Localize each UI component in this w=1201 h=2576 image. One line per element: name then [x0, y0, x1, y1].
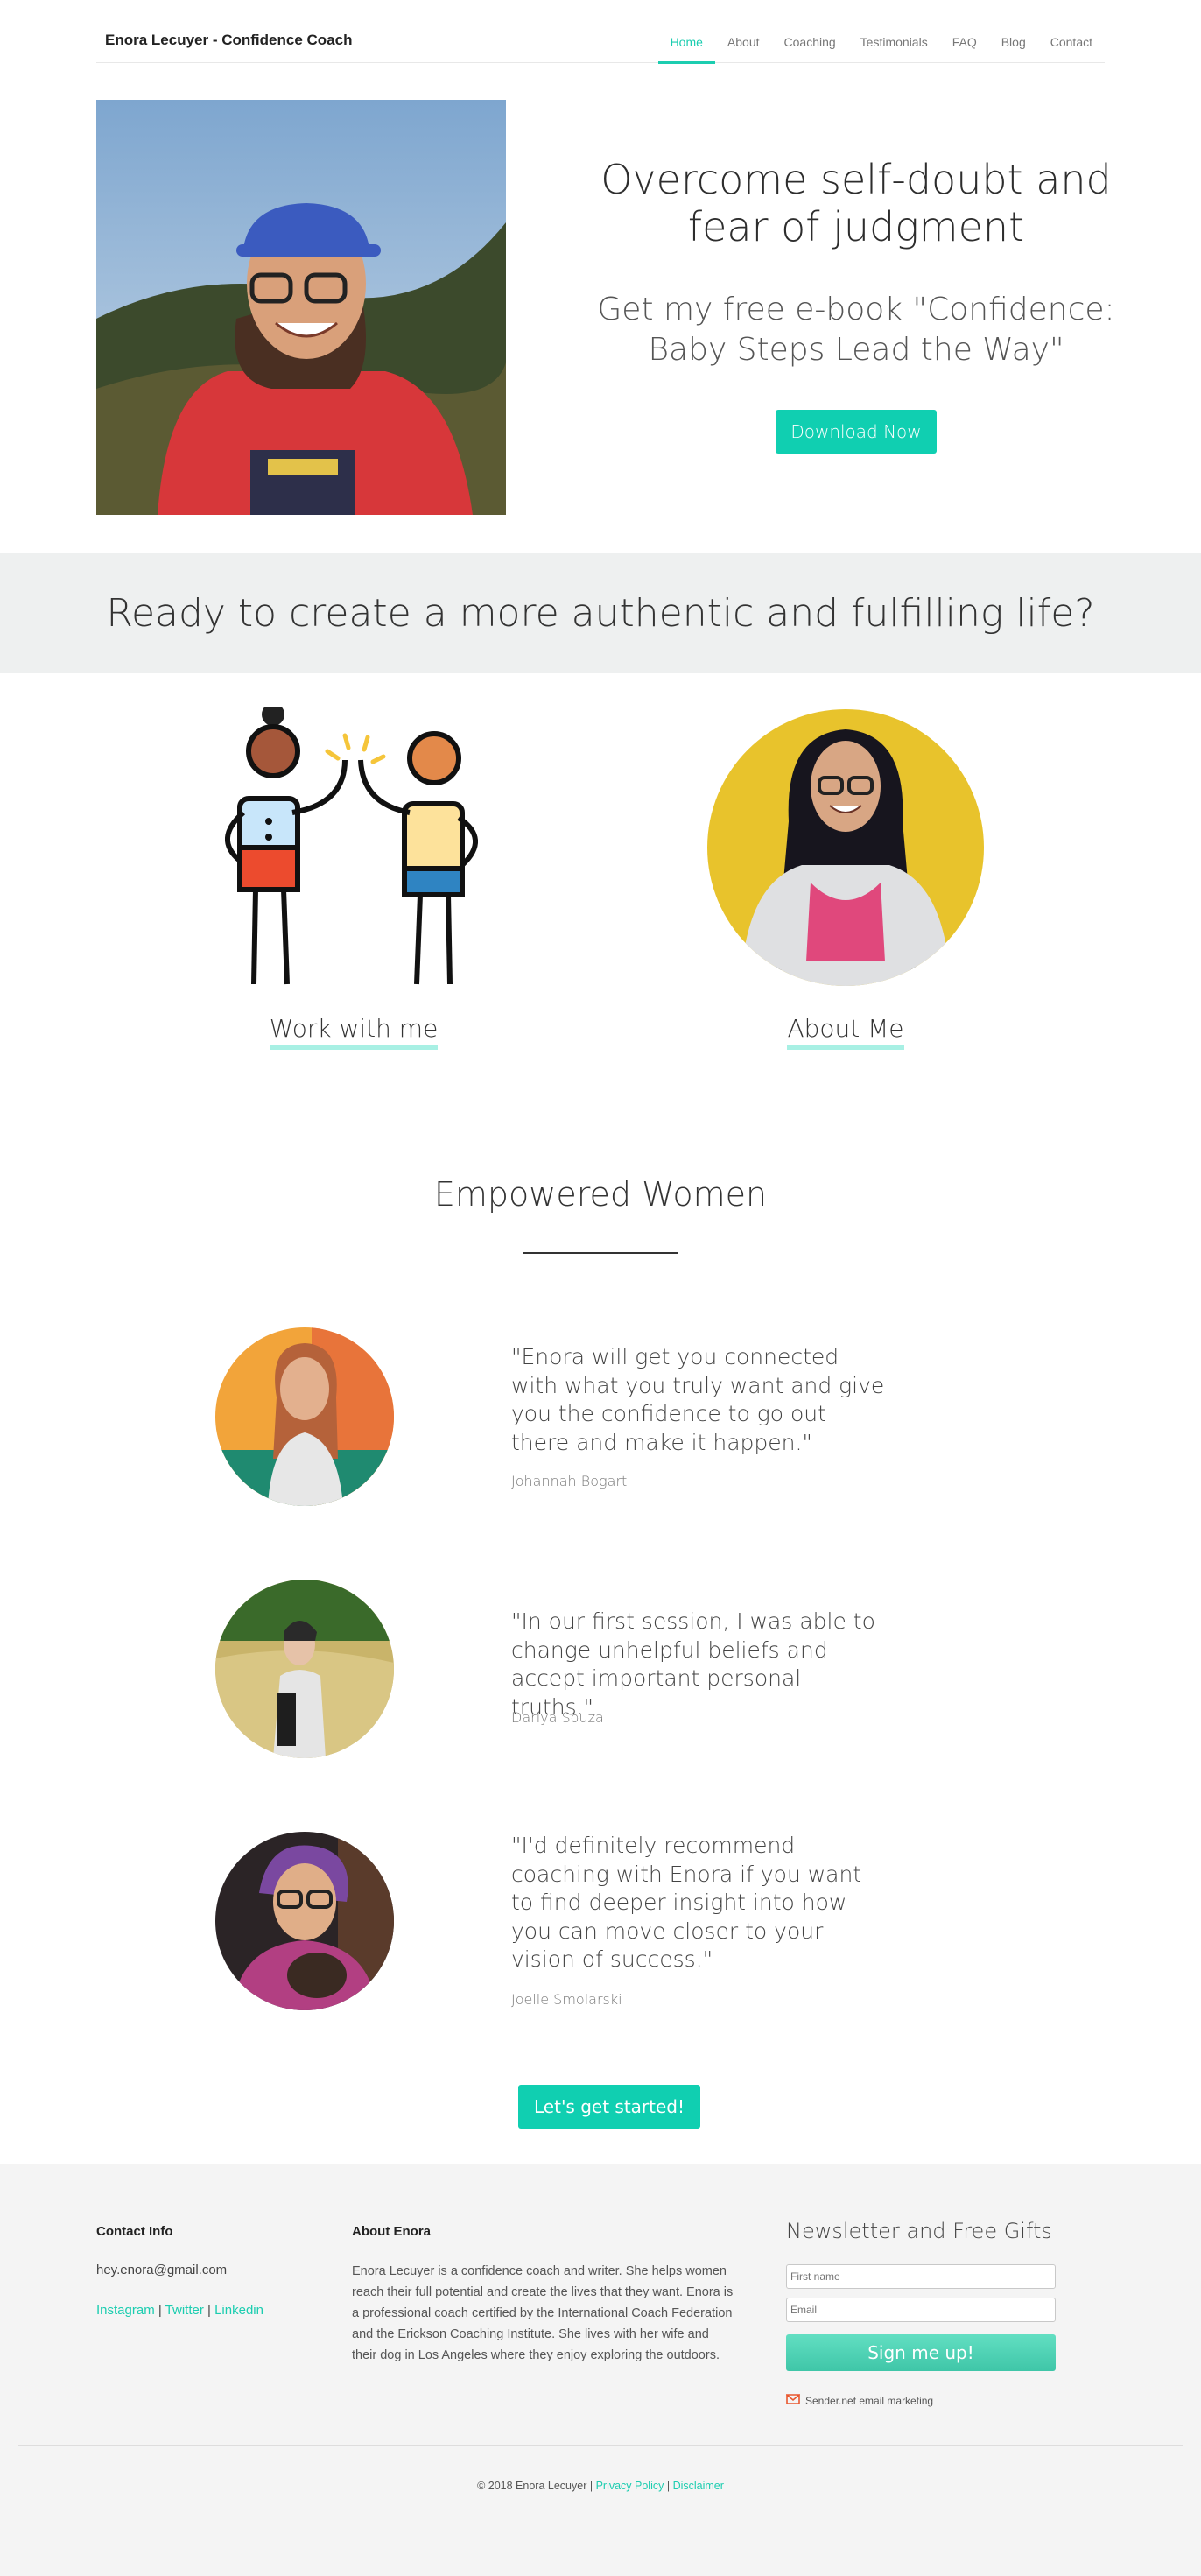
footer-divider: [18, 2445, 1183, 2446]
disclaimer-link[interactable]: Disclaimer: [673, 2480, 724, 2492]
top-nav: Enora Lecuyer - Confidence Coach Home Ab…: [96, 0, 1105, 64]
sender-badge[interactable]: Sender.net email marketing: [784, 2394, 934, 2407]
email-field[interactable]: [786, 2298, 1056, 2322]
about-me-link[interactable]: About Me: [787, 1014, 904, 1050]
nav-item-blog[interactable]: Blog: [989, 0, 1038, 63]
contact-info-title: Contact Info: [96, 2224, 173, 2239]
about-me-card: About Me: [706, 707, 986, 1050]
testimonial-author: Johannah Bogart: [511, 1473, 628, 1489]
twitter-link[interactable]: Twitter: [165, 2303, 204, 2318]
copyright-text: © 2018 Enora Lecuyer |: [477, 2480, 596, 2492]
testimonial-author: Dariya Souza: [511, 1709, 604, 1726]
site-brand[interactable]: Enora Lecuyer - Confidence Coach: [105, 32, 352, 49]
nav-item-faq[interactable]: FAQ: [940, 0, 989, 63]
section-divider: [523, 1252, 678, 1254]
newsletter: Newsletter and Free Gifts: [786, 2219, 1057, 2243]
work-with-me-card: Work with me: [214, 703, 494, 1050]
linkedin-link[interactable]: Linkedin: [214, 2303, 263, 2318]
social-links: Instagram | Twitter | Linkedin: [96, 2303, 263, 2318]
nav-item-contact[interactable]: Contact: [1038, 0, 1105, 63]
hero-content: Overcome self-doubt and fear of judgment…: [578, 156, 1134, 454]
about-enora-text: Enora Lecuyer is a confidence coach and …: [352, 2264, 734, 2362]
nav-item-home[interactable]: Home: [657, 0, 716, 64]
testimonials-title: Empowered Women: [433, 1175, 768, 1214]
high-five-illustration[interactable]: [214, 703, 494, 988]
about-enora-title: About Enora: [352, 2224, 431, 2239]
sender-text: Sender.net email marketing: [805, 2394, 934, 2407]
testimonial-avatar: [215, 1580, 394, 1758]
hero-photo: [96, 100, 506, 515]
hero-subtitle: Get my free e-book "Confidence: Baby Ste…: [597, 291, 1115, 369]
contact-info: Contact Info: [96, 2224, 173, 2239]
newsletter-title: Newsletter and Free Gifts: [786, 2219, 1052, 2243]
testimonial-author: Joelle Smolarski: [511, 1991, 622, 2008]
hero-title: Overcome self-doubt and fear of judgment: [600, 156, 1112, 251]
separator: |: [664, 2480, 673, 2492]
nav-item-about[interactable]: About: [715, 0, 772, 63]
nav-menu: Home About Coaching Testimonials FAQ Blo…: [657, 0, 1105, 64]
instagram-link[interactable]: Instagram: [96, 2303, 155, 2318]
testimonial-quote: "I'd definitely recommend coaching with …: [511, 1833, 862, 1972]
testimonial-quote: "Enora will get you connected with what …: [511, 1344, 885, 1455]
work-with-me-link[interactable]: Work with me: [269, 1014, 439, 1050]
download-now-button[interactable]: Download Now: [776, 410, 937, 454]
about-me-photo[interactable]: [706, 707, 986, 988]
intro-band-text: Ready to create a more authentic and ful…: [106, 591, 1095, 636]
nav-item-testimonials[interactable]: Testimonials: [848, 0, 940, 63]
nav-item-coaching[interactable]: Coaching: [772, 0, 848, 63]
testimonial-quote: "In our first session, I was able to cha…: [511, 1608, 875, 1720]
separator: |: [154, 2303, 165, 2318]
about-enora: About Enora: [352, 2224, 737, 2239]
intro-band: Ready to create a more authentic and ful…: [0, 553, 1201, 673]
sign-up-button[interactable]: Sign me up!: [786, 2334, 1056, 2371]
privacy-policy-link[interactable]: Privacy Policy: [596, 2480, 664, 2492]
separator: |: [203, 2303, 215, 2318]
contact-email[interactable]: hey.enora@gmail.com: [96, 2263, 227, 2277]
footer: Contact Info hey.enora@gmail.com Instagr…: [0, 2164, 1201, 2576]
testimonial-avatar: [215, 1832, 394, 2010]
copyright-line: © 2018 Enora Lecuyer | Privacy Policy | …: [0, 2480, 1201, 2492]
sender-logo-icon: [784, 2394, 802, 2407]
get-started-button[interactable]: Let's get started!: [518, 2085, 701, 2129]
testimonial-avatar: [215, 1327, 394, 1506]
first-name-field[interactable]: [786, 2264, 1056, 2289]
